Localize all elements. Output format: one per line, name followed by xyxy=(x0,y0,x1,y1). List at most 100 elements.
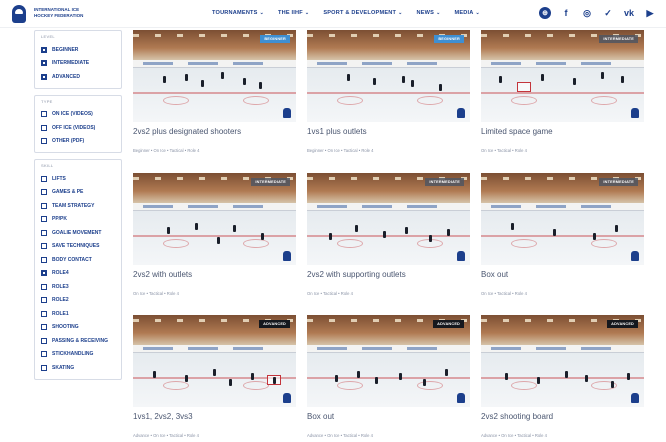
checkbox[interactable] xyxy=(41,60,47,67)
drill-card[interactable]: INTERMEDIATE 2vs2 with supporting outlets… xyxy=(307,173,470,305)
filter-option-role1[interactable]: ROLE1 xyxy=(41,307,116,321)
instagram-icon[interactable]: ◎ xyxy=(581,7,593,19)
video-thumbnail[interactable]: INTERMEDIATE xyxy=(307,173,470,265)
checkbox[interactable] xyxy=(41,216,47,223)
video-thumbnail[interactable]: INTERMEDIATE xyxy=(133,173,296,265)
nav-item-sport-development[interactable]: SPORT & DEVELOPMENT ⌄ xyxy=(323,10,402,16)
checkbox[interactable] xyxy=(41,111,47,118)
filter-option-role3[interactable]: ROLE3 xyxy=(41,280,116,294)
youtube-icon[interactable]: ▶ xyxy=(644,7,656,19)
checkbox[interactable] xyxy=(41,229,47,236)
drill-card[interactable]: ADVANCED Box out Advance • On Ice • Tactic… xyxy=(307,315,470,442)
drill-title[interactable]: Limited space game xyxy=(481,127,553,136)
checkbox[interactable] xyxy=(41,46,47,53)
filter-option-skating[interactable]: SKATING xyxy=(41,361,116,375)
drill-title[interactable]: 2vs2 with outlets xyxy=(133,270,192,279)
checkbox[interactable] xyxy=(41,297,47,304)
player xyxy=(445,369,448,376)
drill-title[interactable]: Box out xyxy=(307,412,334,421)
iihf-watermark-icon xyxy=(631,393,639,403)
drill-title[interactable]: 1vs1, 2vs2, 3vs3 xyxy=(133,412,193,421)
filter-option-label: INTERMEDIATE xyxy=(52,60,90,67)
video-thumbnail[interactable]: BEGINNER xyxy=(307,30,470,122)
checkbox[interactable] xyxy=(41,202,47,209)
drill-title[interactable]: 1vs1 plus outlets xyxy=(307,127,367,136)
checkbox[interactable] xyxy=(41,189,47,196)
filter-option-on-ice-videos-[interactable]: ON ICE (VIDEOS) xyxy=(41,108,116,122)
checkbox[interactable] xyxy=(41,243,47,250)
video-thumbnail[interactable]: INTERMEDIATE xyxy=(481,173,644,265)
board-ad xyxy=(491,205,521,208)
chevron-down-icon: ⌄ xyxy=(304,10,310,16)
filter-option-label: BODY CONTACT xyxy=(52,256,92,263)
filter-option-shooting[interactable]: SHOOTING xyxy=(41,321,116,335)
drill-card[interactable]: INTERMEDIATE 2vs2 with outlets On Ice • Ta… xyxy=(133,173,296,305)
website-icon[interactable]: ⊕ xyxy=(539,7,551,19)
video-thumbnail[interactable]: ADVANCED xyxy=(481,315,644,407)
checkbox[interactable] xyxy=(41,351,47,358)
filter-option-lifts[interactable]: LIFTS xyxy=(41,172,116,186)
drill-card[interactable]: ADVANCED 1vs1, 2vs2, 3vs3 Advance • On Ice… xyxy=(133,315,296,442)
filter-option-role4[interactable]: ROLE4 xyxy=(41,267,116,281)
video-thumbnail[interactable]: ADVANCED xyxy=(307,315,470,407)
drill-card[interactable]: BEGINNER 1vs1 plus outlets Beginner • On I… xyxy=(307,30,470,162)
drill-title[interactable]: 2vs2 plus designated shooters xyxy=(133,127,241,136)
nav-item-tournaments[interactable]: TOURNAMENTS ⌄ xyxy=(212,10,264,16)
drill-card[interactable]: INTERMEDIATE Box out On Ice • Tactical • R… xyxy=(481,173,644,305)
checkbox[interactable] xyxy=(41,283,47,290)
filter-option-goalie-movement[interactable]: GOALIE MOVEMENT xyxy=(41,226,116,240)
drill-card[interactable]: ADVANCED 2vs2 shooting board Advance • On … xyxy=(481,315,644,442)
vk-icon[interactable]: vk xyxy=(623,7,635,19)
filter-option-body-contact[interactable]: BODY CONTACT xyxy=(41,253,116,267)
checkbox[interactable] xyxy=(41,324,47,331)
filter-option-role2[interactable]: ROLE2 xyxy=(41,294,116,308)
player xyxy=(329,233,332,240)
checkbox[interactable] xyxy=(41,73,47,80)
player xyxy=(383,231,386,238)
faceoff-circle xyxy=(337,96,363,105)
player xyxy=(185,74,188,81)
filter-option-games-pe[interactable]: GAMES & PE xyxy=(41,186,116,200)
checkbox[interactable] xyxy=(41,138,47,145)
filter-option-beginner[interactable]: BEGINNER xyxy=(41,43,116,57)
org-name[interactable]: International Ice Hockey Federation xyxy=(34,7,94,18)
drill-card[interactable]: BEGINNER 2vs2 plus designated shooters Beg… xyxy=(133,30,296,162)
filter-option-passing-receiving[interactable]: PASSING & RECEIVING xyxy=(41,334,116,348)
rink-line xyxy=(481,92,644,94)
player xyxy=(221,72,224,79)
filter-option-save-techniques[interactable]: SAVE TECHNIQUES xyxy=(41,240,116,254)
twitter-icon[interactable]: ✓ xyxy=(602,7,614,19)
checkbox[interactable] xyxy=(41,270,47,277)
filter-option-team-strategy[interactable]: TEAM STRATEGY xyxy=(41,199,116,213)
facebook-icon[interactable]: f xyxy=(560,7,572,19)
nav-item-news[interactable]: NEWS ⌄ xyxy=(417,10,441,16)
filter-option-off-ice-videos-[interactable]: OFF ICE (VIDEOS) xyxy=(41,121,116,135)
video-thumbnail[interactable]: BEGINNER xyxy=(133,30,296,122)
filter-option-other-pdf-[interactable]: OTHER (PDF) xyxy=(41,135,116,149)
drill-title[interactable]: 2vs2 with supporting outlets xyxy=(307,270,406,279)
drill-title[interactable]: Box out xyxy=(481,270,508,279)
player xyxy=(593,233,596,240)
filter-option-label: GAMES & PE xyxy=(52,189,84,196)
iihf-logo[interactable] xyxy=(8,4,30,24)
filter-option-label: ADVANCED xyxy=(52,73,80,80)
checkbox[interactable] xyxy=(41,124,47,131)
video-thumbnail[interactable]: ADVANCED xyxy=(133,315,296,407)
nav-item-the-iihf[interactable]: THE IIHF ⌄ xyxy=(278,10,309,16)
filter-option-stickhandling[interactable]: STICKHANDLING xyxy=(41,348,116,362)
checkbox[interactable] xyxy=(41,337,47,344)
checkbox[interactable] xyxy=(41,256,47,263)
filter-option-pp-pk[interactable]: PP/PK xyxy=(41,213,116,227)
nav-item-media[interactable]: MEDIA ⌄ xyxy=(454,10,479,16)
filter-option-label: GOALIE MOVEMENT xyxy=(52,229,102,236)
drill-card[interactable]: INTERMEDIATE Limited space game On Ice • T… xyxy=(481,30,644,162)
faceoff-circle xyxy=(243,381,269,390)
board-ad xyxy=(188,62,218,65)
video-thumbnail[interactable]: INTERMEDIATE xyxy=(481,30,644,122)
filter-option-intermediate[interactable]: INTERMEDIATE xyxy=(41,57,116,71)
checkbox[interactable] xyxy=(41,175,47,182)
drill-title[interactable]: 2vs2 shooting board xyxy=(481,412,553,421)
checkbox[interactable] xyxy=(41,310,47,317)
filter-option-advanced[interactable]: ADVANCED xyxy=(41,70,116,84)
checkbox[interactable] xyxy=(41,364,47,371)
